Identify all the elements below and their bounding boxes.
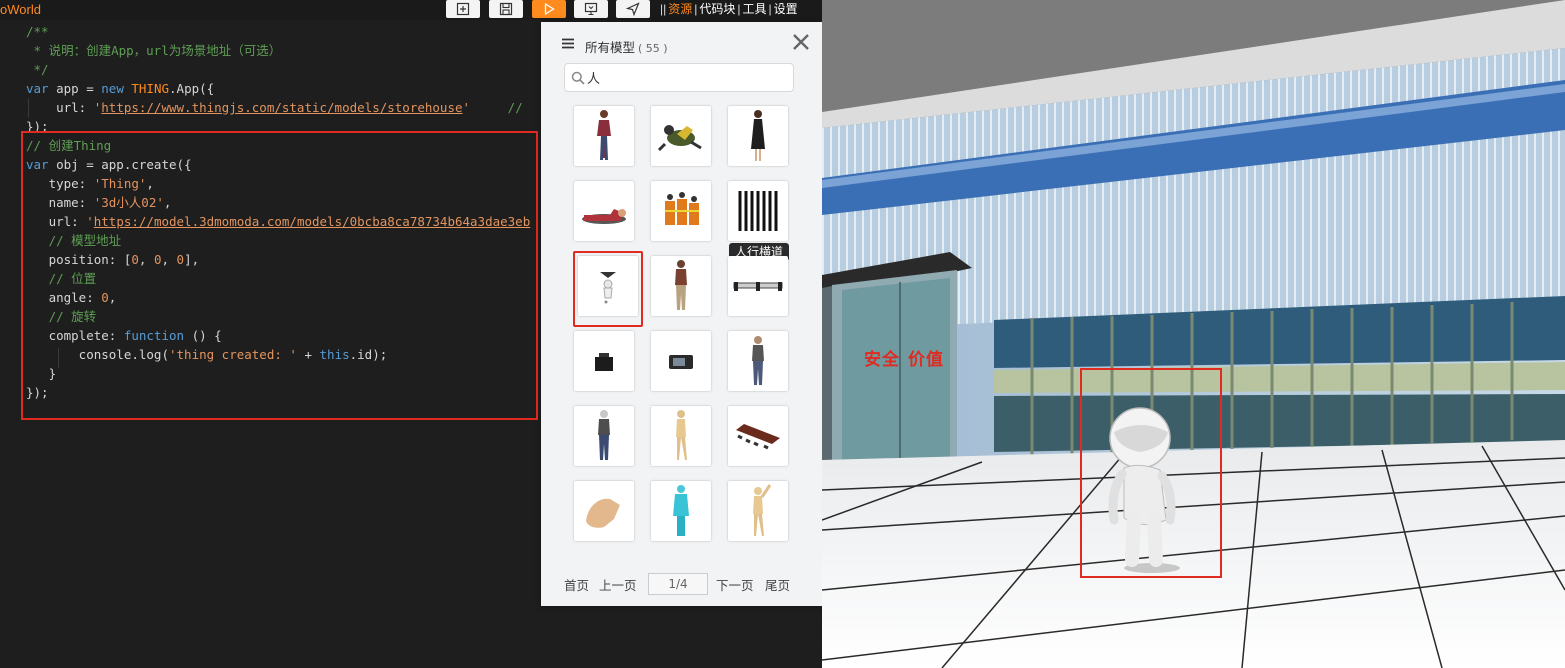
last-page-link[interactable]: 尾页 (765, 575, 790, 594)
woman-dress-icon (751, 110, 765, 161)
code-line: /** (26, 24, 49, 39)
menu-item-tools[interactable]: 工具 (743, 2, 767, 16)
prev-page-link[interactable]: 上一页 (599, 575, 637, 594)
model-thumb-woman-standing[interactable] (574, 106, 634, 166)
first-page-link[interactable]: 首页 (564, 575, 589, 594)
model-thumb-worker[interactable] (574, 406, 634, 466)
save-button[interactable] (489, 0, 523, 18)
menu-item-resources[interactable]: 资源 (668, 2, 692, 16)
hand-icon (586, 498, 620, 528)
run-button[interactable] (532, 0, 566, 18)
model-thumb-mannequin[interactable] (651, 406, 711, 466)
model-thumb-mannequin-waving[interactable] (728, 481, 788, 541)
model-thumb-meeting-table[interactable] (728, 406, 788, 466)
run-icon (544, 2, 555, 16)
model-resource-panel: 所有模型( 55 ) 人行横道 (541, 22, 822, 606)
search-icon (571, 71, 585, 85)
save-icon (499, 2, 513, 16)
3d-scene-viewport[interactable]: 安全 价值 (822, 0, 1565, 668)
search-box[interactable] (564, 63, 794, 92)
firefighters-group-icon (665, 192, 699, 225)
model-thumb-firefighter-crawling[interactable] (651, 106, 711, 166)
code-line: */ (26, 62, 49, 77)
device-icon (669, 355, 693, 369)
person-lying-icon (582, 209, 626, 224)
code-highlight-box (21, 131, 538, 420)
model-thumb-crosswalk[interactable] (728, 181, 788, 241)
list-menu-icon[interactable] (562, 38, 574, 49)
crosswalk-icon (738, 191, 778, 231)
model-thumb-woman-dress[interactable] (728, 106, 788, 166)
screen-icon (584, 2, 598, 16)
wall-sign-safety: 安全 (864, 350, 900, 370)
barrier-icon (733, 282, 783, 291)
worker-icon (598, 410, 610, 460)
new-file-button[interactable] (446, 0, 480, 18)
panel-title: 所有模型( 55 ) (585, 37, 668, 56)
code-line: * 说明：创建App，url为场景地址（可选） (26, 43, 282, 58)
new-file-icon (456, 2, 470, 16)
wall-sign-value: 价值 (908, 350, 944, 370)
black-box-icon (595, 353, 613, 371)
mannequin-icon (676, 410, 687, 460)
search-input[interactable] (587, 68, 782, 87)
meeting-table-icon (736, 424, 780, 450)
selected-thumb-highlight (573, 251, 643, 327)
firefighter-icon (657, 125, 702, 152)
model-thumb-hand[interactable] (574, 481, 634, 541)
menu-item-code-blocks[interactable]: 代码块 (699, 2, 735, 16)
menu-item-settings[interactable]: 设置 (774, 2, 798, 16)
code-line: var app = new THING.App({ (26, 81, 215, 96)
model-thumb-man-standing[interactable] (651, 256, 711, 316)
model-thumb-nurse[interactable] (651, 481, 711, 541)
top-bar: oWorld || 资源 | 代码块 | 工具 | 设置 (0, 0, 822, 20)
model-count: ( 55 ) (638, 42, 668, 55)
model-thumb-firefighters[interactable] (651, 181, 711, 241)
send-icon (626, 2, 640, 16)
model-thumb-man-cap[interactable] (728, 331, 788, 391)
close-icon[interactable] (791, 32, 811, 52)
nurse-icon (673, 485, 689, 536)
next-page-link[interactable]: 下一页 (716, 575, 754, 594)
app-brand: oWorld (0, 2, 41, 17)
model-thumb-barrier[interactable] (728, 256, 788, 316)
page-number-input[interactable]: 1/4 (648, 573, 708, 595)
code-line: url: 'https://www.thingjs.com/static/mod… (26, 100, 523, 115)
model-thumb-person-lying[interactable] (574, 181, 634, 241)
panel-title-text: 所有模型 (585, 40, 636, 55)
selected-figure-highlight (1080, 368, 1222, 578)
man-standing-icon (675, 260, 687, 310)
model-thumb-device[interactable] (651, 331, 711, 391)
woman-figure-icon (597, 110, 611, 160)
model-thumb-black-object[interactable] (574, 331, 634, 391)
top-menu: || 资源 | 代码块 | 工具 | 设置 (660, 2, 798, 16)
mannequin-waving-icon (753, 484, 772, 536)
screen-button[interactable] (574, 0, 608, 18)
man-cap-icon (752, 336, 764, 385)
send-button[interactable] (616, 0, 650, 18)
